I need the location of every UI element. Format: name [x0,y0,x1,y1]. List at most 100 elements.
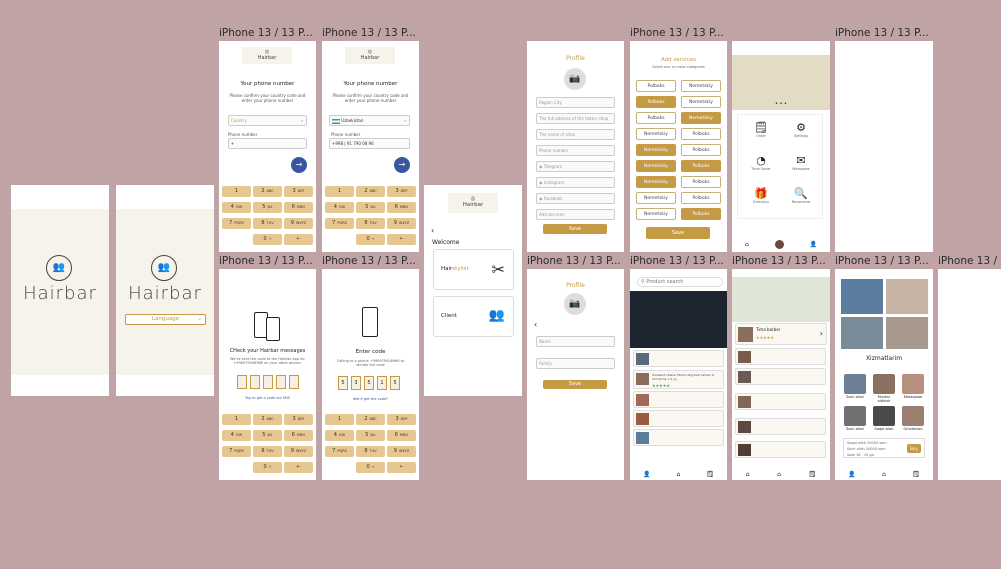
keypad-key[interactable]: ← [387,234,416,245]
service-chip[interactable]: Nemetskiy [681,112,721,124]
camera-icon[interactable]: 📷 [564,68,586,90]
service-chip[interactable]: Nemetskiy [636,160,676,172]
home-icon[interactable]: ⌂ [882,471,886,478]
keypad-key[interactable]: 5 JKL [253,430,282,441]
profile-field[interactable]: ◉ Facebook [536,193,615,204]
service-chip[interactable]: Polboks [681,192,721,204]
keypad-key[interactable]: 1 [325,414,354,425]
phone-field[interactable]: +998 | 91 790 08 96 [329,138,410,149]
keypad-key[interactable]: 3 DEF [284,186,313,197]
keypad-key[interactable]: 9 WXYZ [284,218,313,229]
keypad-key[interactable]: 3 DEF [284,414,313,425]
service-chip[interactable]: Nemetskiy [636,208,676,220]
search-input[interactable]: ⚲ Product search [637,277,723,287]
service-item[interactable]: Soch olish [844,406,866,431]
map-view[interactable] [630,291,727,348]
keypad-key[interactable]: 6 MNO [387,202,416,213]
home-alt-icon[interactable]: ⌂ [777,471,781,478]
country-field[interactable]: Uzbekistan › [329,115,410,126]
keypad-key[interactable]: 2 ABC [253,414,282,425]
service-item[interactable]: Soqol olish [873,406,895,431]
service-chip[interactable]: Polboks [636,80,676,92]
list-item[interactable] [735,393,826,410]
keypad-key[interactable]: 2 ABC [356,186,385,197]
menu-settings[interactable]: ⚙ Settings [786,121,816,138]
keypad-key[interactable]: 5 JKL [253,202,282,213]
list-item[interactable] [735,348,826,365]
save-button[interactable]: Save [543,380,607,389]
keypad-key[interactable]: 3 DEF [387,186,416,197]
list-item[interactable] [633,350,724,367]
barber-card[interactable]: Tima barber ★★★★★ › [735,323,827,345]
profile-field[interactable]: Add services [536,209,615,220]
list-item[interactable] [735,368,826,385]
keypad-key[interactable]: 1 [325,186,354,197]
next-arrow-button[interactable]: → [291,157,307,173]
keypad-key[interactable]: 2 ABC [356,414,385,425]
keypad-key[interactable]: 8 TUV [253,218,282,229]
service-chip[interactable]: Polboks [681,144,721,156]
next-arrow-button[interactable]: → [394,157,410,173]
list-item[interactable] [735,441,826,458]
menu-directory[interactable]: 🎁 Directory [746,187,776,204]
keypad-key[interactable]: 0 + [356,462,385,473]
service-item[interactable]: Mushni oldirish [873,374,895,403]
keypad-key[interactable]: 5 JKL [356,430,385,441]
list-item[interactable]: Toshkent shahar Mirzo Ulug'bek tumani O … [633,370,724,389]
profile-field[interactable]: ◉ Instagram [536,177,615,188]
profile-field[interactable]: Region City [536,97,615,108]
keypad-key[interactable]: 8 TUV [253,446,282,457]
service-chip[interactable]: Nemetskiy [636,144,676,156]
home-icon[interactable]: ⌂ [745,241,749,248]
keypad-key[interactable]: 1 [222,414,251,425]
service-chip[interactable]: Polboks [681,208,721,220]
keypad-key[interactable]: 4 GHI [325,430,354,441]
keypad-key[interactable]: 4 GHI [222,202,251,213]
keypad-key[interactable]: 7 PQRS [222,218,251,229]
client-card[interactable]: Client 👥 [433,296,514,337]
orders-icon[interactable]: 🗒 [809,471,817,478]
buy-button[interactable]: Buy [907,444,921,453]
profile-field[interactable]: ◉ Telegram [536,161,615,172]
camera-icon[interactable]: 📷 [564,293,586,315]
family-field[interactable]: Family [536,358,615,369]
phone-field[interactable]: + [228,138,307,149]
service-item[interactable]: Massajnoe [902,374,924,399]
back-icon[interactable]: ‹ [431,226,434,235]
keypad-key[interactable]: 9 WXYZ [284,446,313,457]
keypad-key[interactable]: ← [387,462,416,473]
resend-link[interactable]: didn't get the code? [322,397,419,401]
user-icon[interactable]: 👤 [848,471,855,478]
profile-field[interactable]: Phone number [536,145,615,156]
service-chip[interactable]: Nemetskiy [681,96,721,108]
menu-recomend[interactable]: 🔍 Recomend [786,187,816,204]
service-chip[interactable]: Polboks [681,160,721,172]
keypad-key[interactable] [325,462,354,473]
list-item[interactable] [633,391,724,408]
orders-icon[interactable]: 🗒 [912,471,920,478]
keypad-key[interactable]: 0 + [253,234,282,245]
user-icon[interactable]: 👤 [810,241,817,248]
keypad-key[interactable]: 0 + [356,234,385,245]
keypad-key[interactable]: 6 MNO [284,202,313,213]
keypad-key[interactable]: 9 WXYZ [387,218,416,229]
code-boxes[interactable] [237,375,299,389]
service-chip[interactable]: Polboks [681,128,721,140]
keypad-key[interactable]: 2 ABC [253,186,282,197]
sms-link[interactable]: Tap to get a code via SMS [219,396,316,400]
profile-field[interactable]: The full address of the hotter shop [536,113,615,124]
service-chip[interactable]: Nemetskiy [636,128,676,140]
service-chip[interactable]: Nemetskiy [636,192,676,204]
service-chip[interactable]: Polboks [636,96,676,108]
service-chip[interactable]: Nemetskiy [636,176,676,188]
keypad-key[interactable]: 5 JKL [356,202,385,213]
list-item[interactable] [633,429,724,446]
keypad-key[interactable]: 7 PQRS [222,446,251,457]
keypad-key[interactable]: 6 MNO [284,430,313,441]
hairstylist-card[interactable]: Hairstylist ✂ [433,249,514,290]
user-icon[interactable]: 👤 [643,471,650,478]
menu-order[interactable]: 🗒 Order [746,121,776,138]
service-chip[interactable]: Polboks [636,112,676,124]
home-icon[interactable]: ⌂ [746,471,750,478]
keypad-key[interactable]: 4 GHI [325,202,354,213]
